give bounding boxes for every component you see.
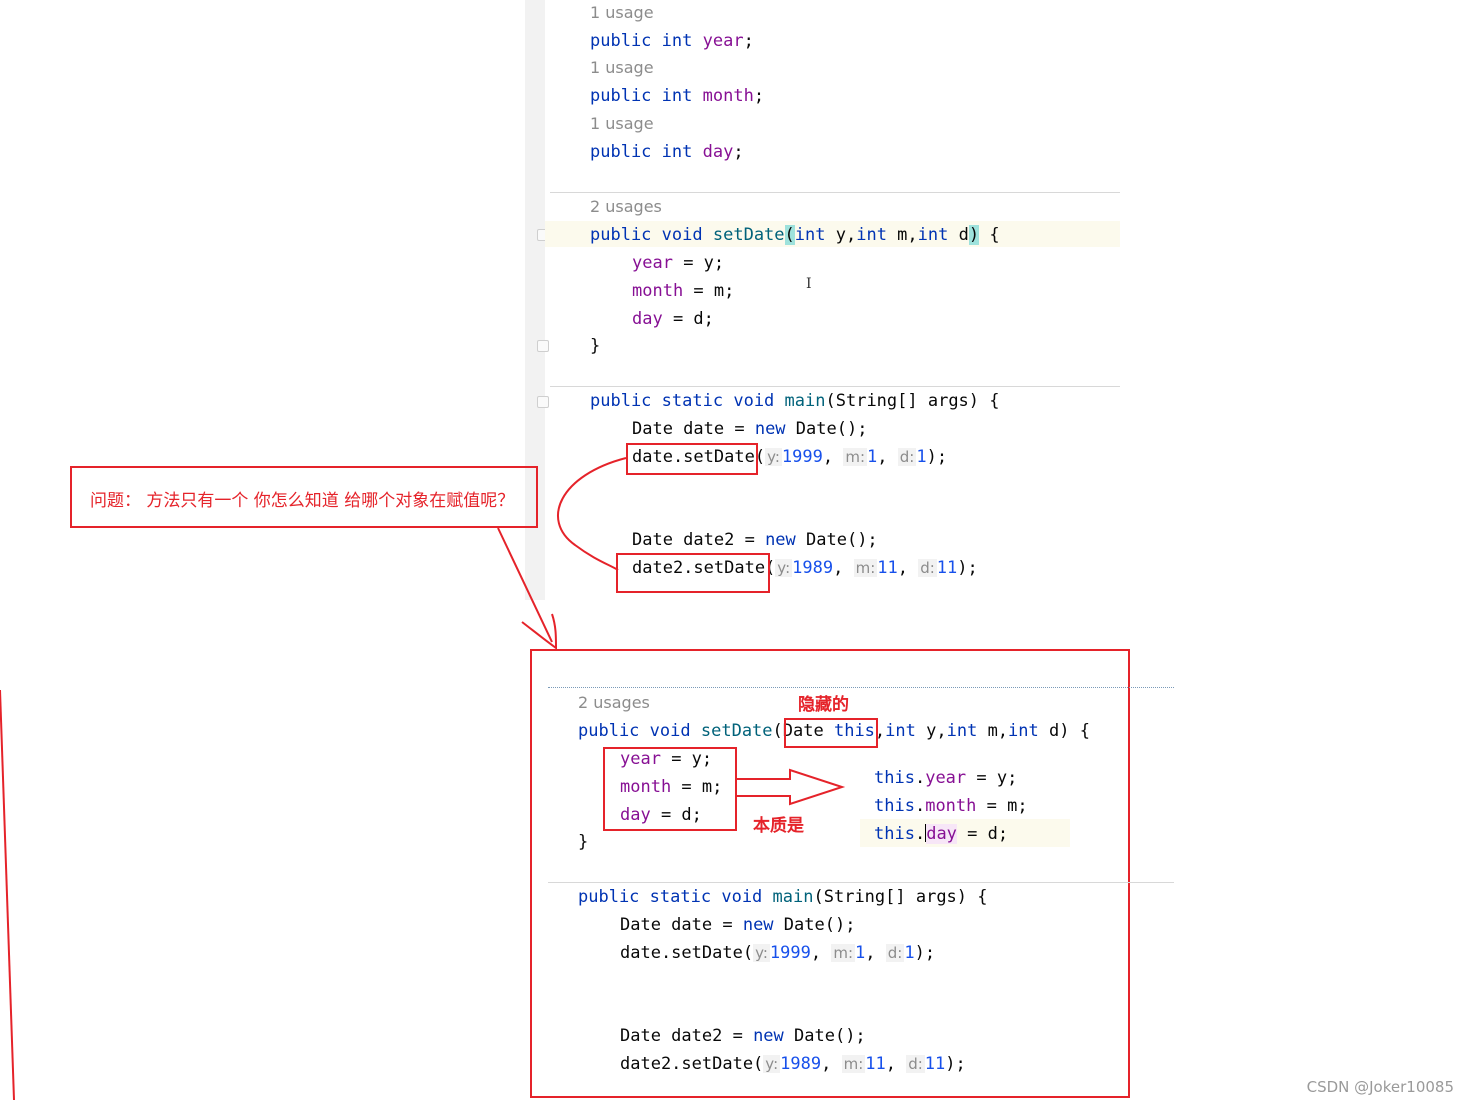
pointer-arrow-head-icon xyxy=(521,613,558,650)
block-arrow-icon xyxy=(735,768,846,806)
watermark: CSDN @Joker10085 xyxy=(1306,1078,1454,1096)
annotation-strokes xyxy=(0,457,846,1101)
edge-stroke xyxy=(0,689,15,1101)
connector-curve xyxy=(557,457,627,571)
